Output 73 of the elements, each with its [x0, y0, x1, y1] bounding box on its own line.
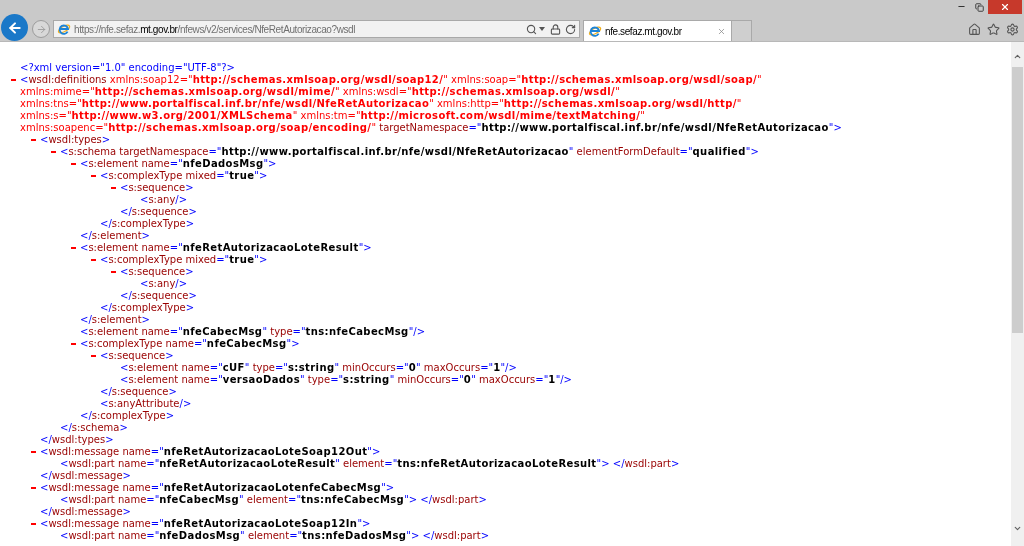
- xml-close-tag: </s:sequence>: [120, 290, 197, 302]
- xml-close-tag: </s:complexType>: [100, 302, 195, 314]
- search-icon[interactable]: [526, 23, 537, 35]
- xml-element: <s:any/>: [140, 194, 188, 206]
- settings-icon[interactable]: [1006, 23, 1019, 36]
- home-icon[interactable]: [968, 23, 981, 36]
- minus-icon[interactable]: [31, 523, 36, 525]
- minus-icon[interactable]: [111, 187, 116, 189]
- xml-open-tag: <s:sequence>: [100, 350, 174, 362]
- xml-close-tag: </s:complexType>: [100, 218, 195, 230]
- scrollbar[interactable]: [1011, 42, 1024, 546]
- xml-declaration: <?xml version="1.0" encoding="UTF-8"?>: [20, 62, 235, 74]
- refresh-icon[interactable]: [565, 23, 576, 35]
- minus-icon[interactable]: [11, 79, 16, 81]
- xml-open-tag: <s:sequence>: [120, 266, 194, 278]
- minus-icon[interactable]: [71, 247, 76, 249]
- xml-open-tag: <wsdl:message name="nfeRetAutorizacaoLotenfeCabecMsg">: [40, 482, 395, 494]
- xml-open-tag: <s:element name="nfeRetAutorizacaoLoteResult">: [80, 242, 372, 254]
- xml-element: <s:element name="cUF" type="s:string" minOccurs="0" maxOccurs="1"/>: [120, 362, 517, 374]
- close-window-button[interactable]: [988, 0, 1022, 14]
- xml-open-tag: <s:element name="nfeDadosMsg">: [80, 158, 277, 170]
- browser-logo-icon: [57, 22, 71, 36]
- scrollbar-thumb[interactable]: [1012, 67, 1023, 333]
- xml-element: <s:anyAttribute/>: [100, 398, 192, 410]
- xml-close-tag: </wsdl:message>: [40, 506, 131, 518]
- xml-close-tag: </s:sequence>: [100, 386, 177, 398]
- xml-open-tag: <wsdl:types>: [40, 134, 111, 146]
- minus-icon[interactable]: [91, 259, 96, 261]
- xml-element: <wsdl:part name="nfeCabecMsg" element="tns:nfeCabecMsg"> </wsdl:part>: [60, 494, 487, 506]
- address-bar[interactable]: https://nfe.sefaz.mt.gov.br/nfews/v2/services/NfeRetAutorizacao?wsdl: [53, 20, 580, 38]
- xml-close-tag: </s:schema>: [60, 422, 128, 434]
- minus-icon[interactable]: [91, 355, 96, 357]
- minus-icon[interactable]: [71, 343, 76, 345]
- minus-icon[interactable]: [31, 451, 36, 453]
- xml-open-tag: <s:complexType name="nfeCabecMsg">: [80, 338, 300, 350]
- xml-close-tag: </s:complexType>: [80, 410, 175, 422]
- xml-close-tag: </s:sequence>: [120, 206, 197, 218]
- xml-element: <wsdl:part name="nfeDadosMsg" element="tns:nfeDadosMsg"> </wsdl:part>: [60, 530, 490, 542]
- xml-open-tag: <s:complexType mixed="true">: [100, 254, 268, 266]
- restore-icon: [974, 2, 984, 12]
- xml-element: <wsdl:part name="nfeRetAutorizacaoLoteResult" element="tns:nfeRetAutorizacaoLoteResult"> </wsdl:part>: [60, 458, 680, 470]
- xml-open-tag: <wsdl:message name="nfeRetAutorizacaoLoteSoap12Out">: [40, 446, 381, 458]
- browser-tab[interactable]: nfe.sefaz.mt.gov.br: [583, 20, 732, 41]
- minus-icon[interactable]: [31, 139, 36, 141]
- scroll-down-icon[interactable]: [1013, 524, 1022, 533]
- new-tab-button[interactable]: [732, 20, 752, 41]
- xml-open-tag: <wsdl:message name="nfeRetAutorizacaoLoteSoap12In">: [40, 518, 371, 530]
- minus-icon[interactable]: [31, 487, 36, 489]
- lock-icon[interactable]: [550, 23, 561, 35]
- url-text: https://nfe.sefaz.mt.gov.br/nfews/v2/services/NfeRetAutorizacao?wsdl: [74, 22, 356, 37]
- minus-icon[interactable]: [71, 163, 76, 165]
- back-button[interactable]: [1, 14, 28, 41]
- browser-logo-icon: [588, 24, 602, 38]
- xml-element: <s:any/>: [140, 278, 188, 290]
- xml-open-tag: <wsdl:definitions xmlns:soap12="http://schemas.xmlsoap.org/wsdl/soap12/" xmlns:soap="http://schemas.xmlsoap.org/wsdl/soap/" xmlns:mime="http://schemas.xmlsoap.org/wsdl/mime/" xmlns:wsdl="http://schemas.xmlsoap.org/wsdl/" xmlns:tns="http://www.portalfiscal.inf.br/nfe/wsdl/NfeRetAutorizacao" xmlns:http="http://schemas.xmlsoap.org/wsdl/http/" xmlns:s="http://www.w3.org/2001/XMLSchema" xmlns:tm="http://microsoft.com/wsdl/mime/textMatching/" xmlns:soapenc="http://schemas.xmlsoap.org/soap/encoding/" targetNamespace="http://www.portalfiscal.inf.br/nfe/wsdl/NfeRetAutorizacao">: [20, 74, 961, 134]
- close-tab-icon[interactable]: [717, 26, 726, 36]
- xml-close-tag: </wsdl:types>: [40, 434, 114, 446]
- xml-open-tag: <s:complexType mixed="true">: [100, 170, 268, 182]
- xml-open-tag: <s:schema targetNamespace="http://www.portalfiscal.inf.br/nfe/wsdl/NfeRetAutorizacao" elementFormDefault="qualified">: [60, 146, 759, 158]
- arrow-right-icon: [35, 23, 47, 35]
- xml-close-tag: </wsdl:message>: [40, 470, 131, 482]
- scroll-up-icon[interactable]: [1013, 52, 1022, 61]
- minus-icon[interactable]: [51, 151, 56, 153]
- minus-icon[interactable]: [111, 271, 116, 273]
- xml-element: <s:element name="versaoDados" type="s:string" minOccurs="0" maxOccurs="1"/>: [120, 374, 572, 386]
- caret-icon[interactable]: [539, 27, 545, 31]
- xml-open-tag: <s:sequence>: [120, 182, 194, 194]
- close-icon: [1000, 2, 1010, 12]
- xml-close-tag: </s:element>: [80, 314, 150, 326]
- favorites-star-icon[interactable]: [987, 23, 1000, 36]
- xml-close-tag: </s:element>: [80, 230, 150, 242]
- xml-element: <s:element name="nfeCabecMsg" type="tns:nfeCabecMsg"/>: [80, 326, 426, 338]
- minus-icon[interactable]: [91, 175, 96, 177]
